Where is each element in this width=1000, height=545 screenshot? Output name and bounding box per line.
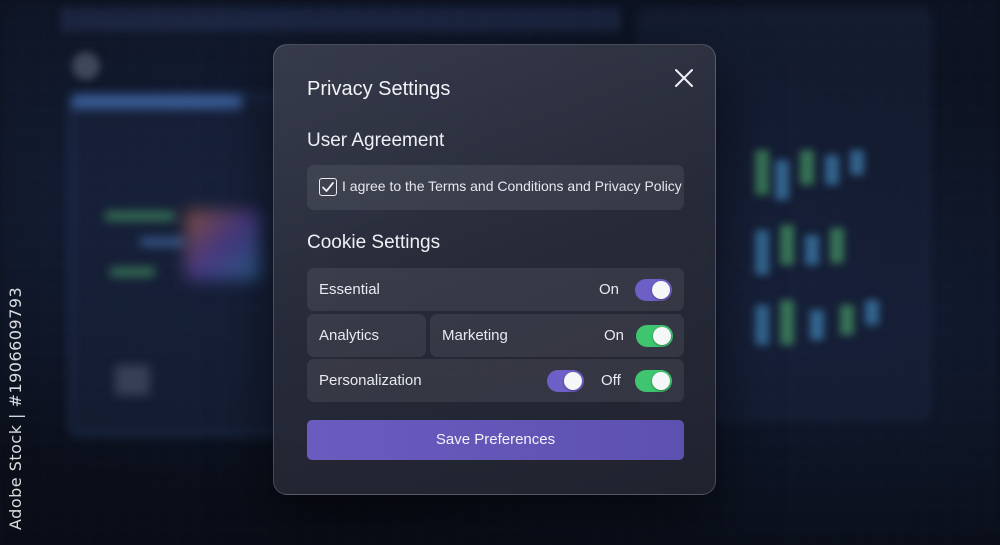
save-preferences-button[interactable]: Save Preferences	[307, 420, 684, 460]
background-topbar	[60, 8, 620, 32]
background-bar	[830, 228, 844, 263]
background-chip	[105, 212, 175, 220]
essential-toggle[interactable]	[635, 279, 672, 301]
analytics-label: Analytics	[319, 327, 380, 344]
marketing-label: Marketing	[442, 327, 508, 344]
user-agreement-heading: User Agreement	[307, 130, 445, 151]
personalization-label: Personalization	[319, 372, 422, 389]
marketing-state: On	[604, 327, 625, 344]
close-icon	[675, 69, 693, 87]
background-bar	[865, 300, 879, 325]
background-bar	[825, 155, 839, 185]
background-bar	[755, 305, 769, 345]
background-bar	[850, 150, 864, 175]
dialog-title: Privacy Settings	[307, 78, 451, 100]
toggle-knob	[652, 372, 670, 390]
toggle-knob	[652, 281, 670, 299]
essential-state: On	[599, 281, 620, 298]
personalization-toggle-b[interactable]	[635, 370, 672, 392]
close-button[interactable]	[673, 67, 695, 89]
background-left-panel-header	[72, 95, 242, 109]
check-icon	[322, 182, 334, 192]
background-bar	[810, 310, 824, 340]
background-bar	[800, 150, 814, 185]
watermark-side-text: Adobe Stock | #1906609793	[6, 286, 25, 530]
personalization-state: Off	[601, 372, 621, 389]
cookie-row-essential: Essential On	[307, 268, 684, 311]
background-bar	[780, 225, 794, 265]
essential-label: Essential	[319, 281, 380, 298]
agreement-checkbox[interactable]	[319, 178, 337, 196]
personalization-toggle-a[interactable]	[547, 370, 584, 392]
background-chip	[115, 365, 150, 395]
agreement-row: I agree to the Terms and Conditions and …	[307, 165, 684, 210]
background-bar	[755, 150, 769, 195]
marketing-toggle[interactable]	[636, 325, 673, 347]
background-bar	[780, 300, 794, 345]
background-heatmap	[185, 210, 260, 280]
privacy-settings-dialog: Privacy Settings User Agreement I agree …	[273, 44, 716, 495]
background-bar	[840, 305, 854, 335]
background-bar	[775, 160, 789, 200]
background-bar	[805, 235, 819, 265]
cookie-row-analytics[interactable]: Analytics	[307, 314, 426, 357]
cookie-row-marketing: Marketing On	[430, 314, 684, 357]
cookie-row-personalization: Personalization Off	[307, 359, 684, 402]
toggle-knob	[653, 327, 671, 345]
cookie-settings-heading: Cookie Settings	[307, 232, 441, 253]
toggle-knob	[564, 372, 582, 390]
background-avatar	[72, 52, 100, 80]
background-bar	[755, 230, 769, 275]
background-chip	[110, 268, 155, 276]
agreement-label: I agree to the Terms and Conditions and …	[342, 178, 682, 194]
background-chip	[140, 238, 185, 246]
